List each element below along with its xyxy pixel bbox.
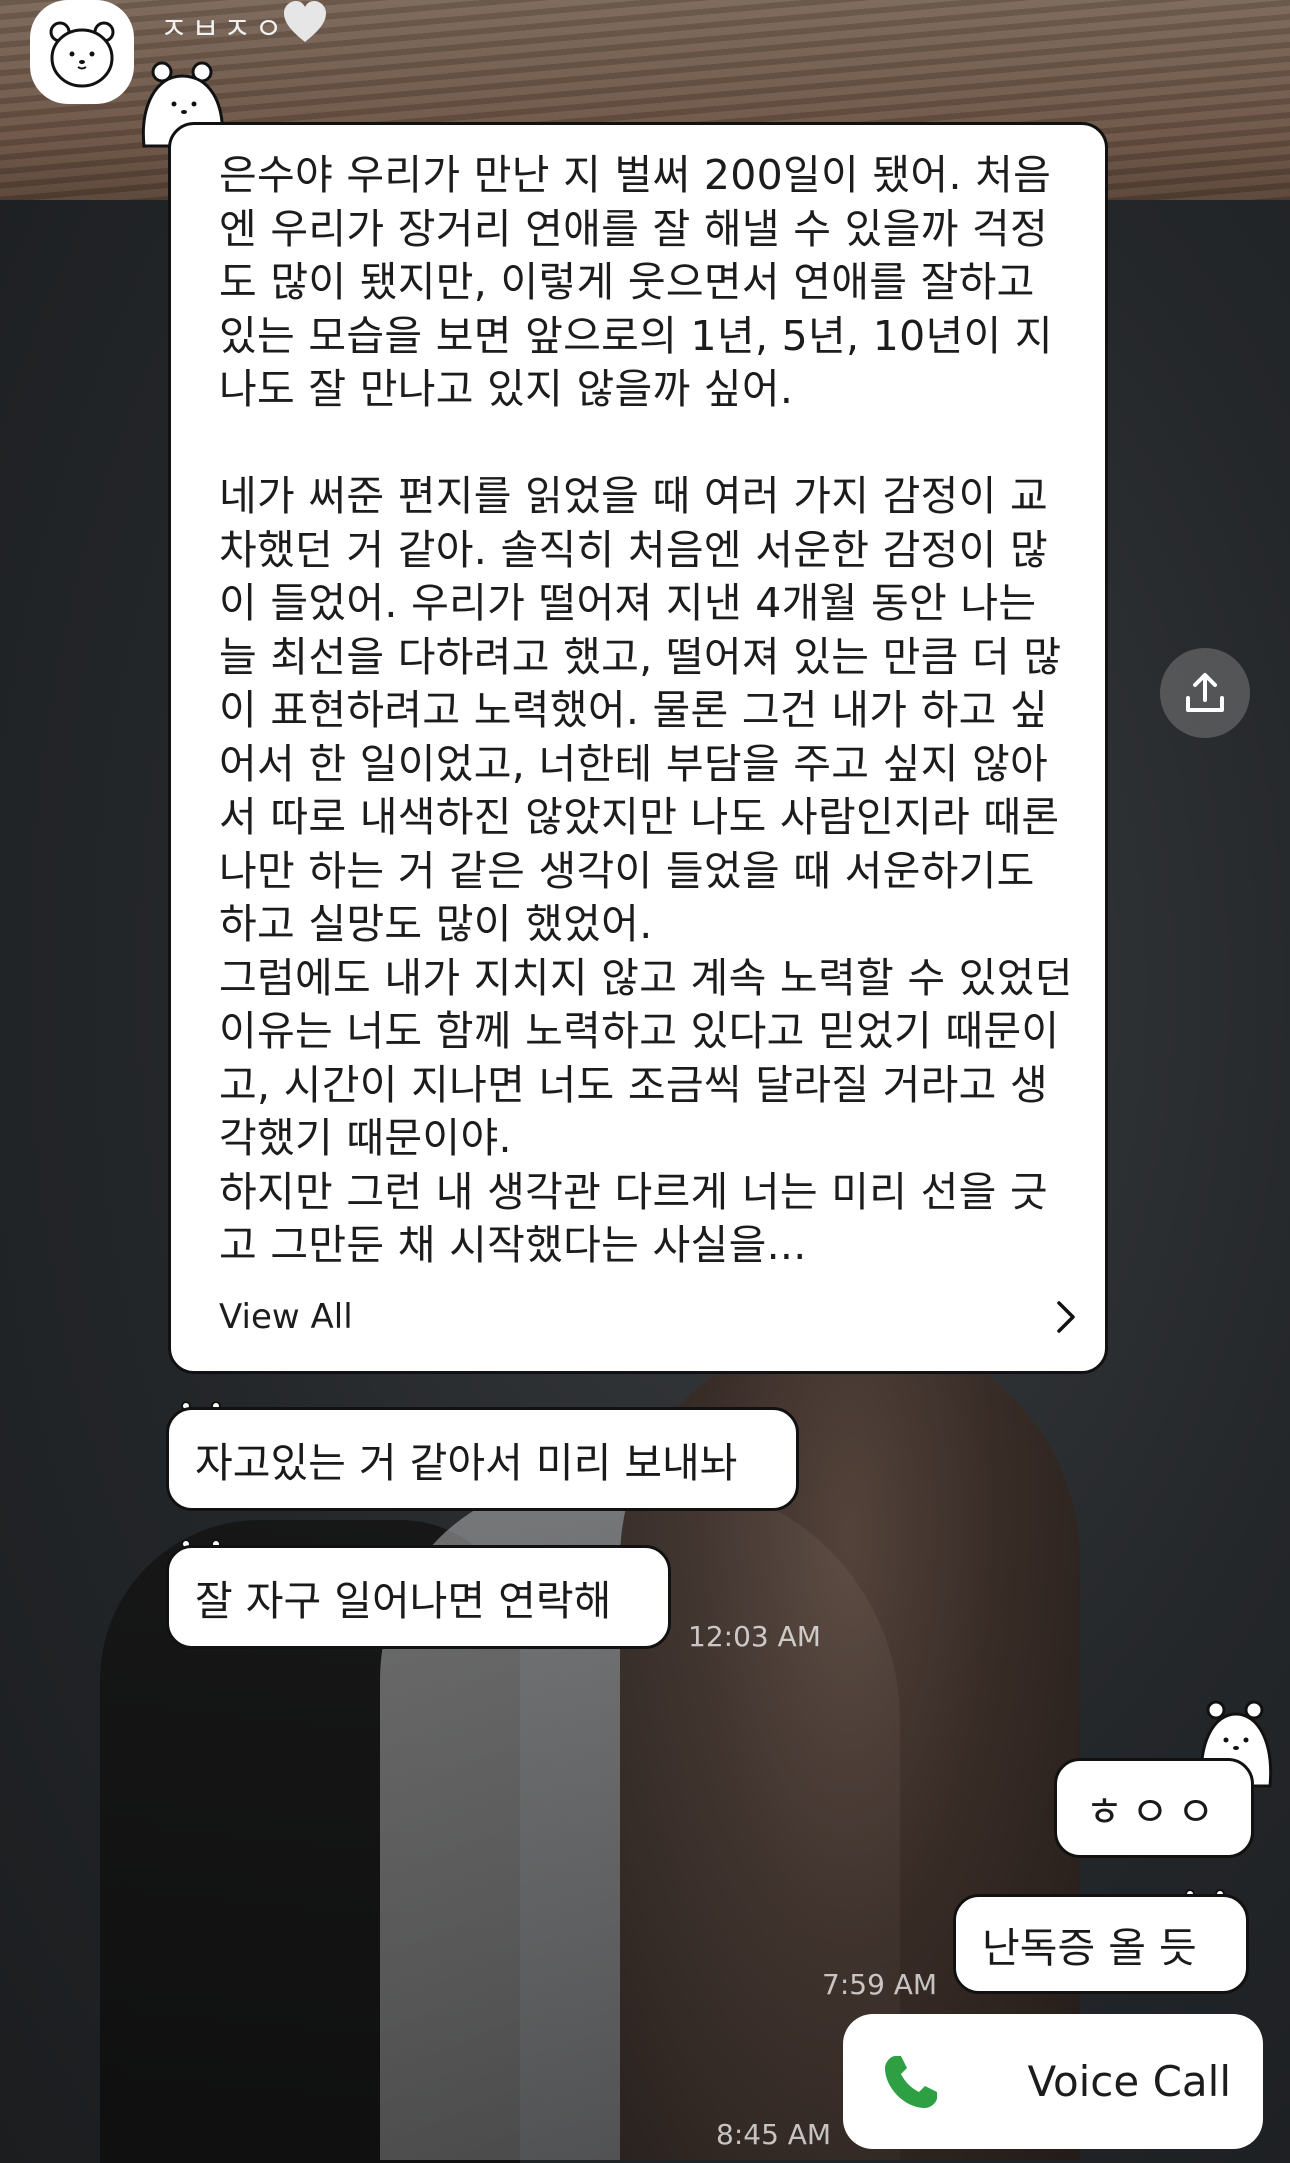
bear-avatar-icon (49, 21, 115, 88)
message-bubble[interactable]: 자고있는 거 같아서 미리 보내놔 (166, 1407, 799, 1511)
view-all-button[interactable]: View All (219, 1287, 1081, 1347)
view-all-label: View All (219, 1297, 353, 1337)
letter-message-bubble[interactable]: 은수야 우리가 만난 지 벌써 200일이 됐어. 처음 엔 우리가 장거리 연… (168, 122, 1108, 1374)
message-bubble[interactable]: 잘 자구 일어나면 연락해 (166, 1545, 671, 1649)
message-bubble[interactable]: ㅎㅇㅇ (1054, 1758, 1254, 1858)
message-text: 자고있는 거 같아서 미리 보내놔 (195, 1439, 738, 1487)
heart-icon (284, 1, 326, 42)
message-text: 잘 자구 일어나면 연락해 (195, 1577, 612, 1625)
phone-icon (885, 2055, 937, 2108)
avatar[interactable] (30, 0, 134, 104)
message-text: 난독증 올 듯 (982, 1924, 1197, 1972)
timestamp: 12:03 AM (688, 1620, 821, 1653)
letter-text: 은수야 우리가 만난 지 벌써 200일이 됐어. 처음 엔 우리가 장거리 연… (219, 151, 1073, 1269)
message-bubble[interactable]: 난독증 올 듯 (953, 1894, 1249, 1994)
sender-name[interactable]: ㅈㅂㅈㅇ (160, 4, 286, 48)
timestamp: 8:45 AM (716, 2118, 832, 2151)
voice-call-label: Voice Call (1027, 2057, 1231, 2106)
chevron-right-icon (1057, 1301, 1075, 1333)
share-button[interactable] (1160, 648, 1250, 738)
voice-call-card[interactable]: Voice Call (843, 2014, 1263, 2149)
share-icon (1186, 673, 1224, 712)
message-text: ㅎㅇㅇ (1085, 1788, 1223, 1836)
timestamp: 7:59 AM (822, 1968, 938, 2001)
